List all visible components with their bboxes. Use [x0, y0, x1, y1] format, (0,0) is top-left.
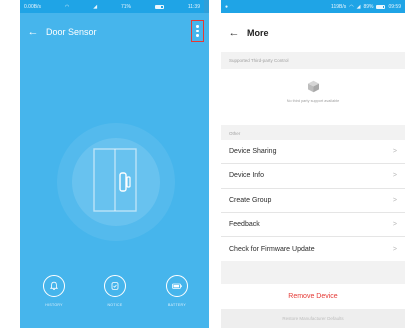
- wifi-icon: ◠: [349, 3, 354, 10]
- app-header: ← More: [221, 13, 405, 52]
- network-speed: 0.00B/s: [24, 3, 41, 10]
- third-party-panel: No third party support available: [221, 69, 405, 125]
- create-group-item[interactable]: Create Group >: [221, 189, 405, 213]
- page-title: More: [247, 27, 269, 38]
- device-sharing-item[interactable]: Device Sharing >: [221, 140, 405, 165]
- chevron-right-icon: >: [392, 196, 397, 204]
- clock: 09:59: [388, 3, 401, 10]
- third-party-section-label: Supported Third-party Control: [229, 58, 289, 63]
- door-closed-icon: [93, 148, 137, 212]
- notice-button[interactable]: NOTICE: [90, 275, 140, 307]
- restore-defaults-button[interactable]: Restore Manufacturer Defaults: [221, 309, 405, 328]
- page-title: Door Sensor: [46, 27, 97, 37]
- list-item-label: Feedback: [229, 221, 260, 229]
- battery-percent: 89%: [363, 3, 374, 10]
- app-header: ← Door Sensor: [20, 13, 209, 51]
- other-section-label: Other: [229, 131, 241, 136]
- feedback-item[interactable]: Feedback >: [221, 213, 405, 238]
- signal-icon: ◢: [93, 3, 98, 10]
- chevron-right-icon: >: [392, 148, 397, 156]
- notification-icon: ●: [225, 3, 229, 10]
- settings-list: Device Sharing > Device Info > Create Gr…: [221, 140, 405, 262]
- list-item-label: Create Group: [229, 196, 272, 204]
- firmware-update-item[interactable]: Check for Firmware Update >: [221, 237, 405, 261]
- network-speed: 119B/s: [331, 3, 347, 10]
- notice-label: NOTICE: [107, 303, 123, 307]
- status-bar: ● 119B/s ◠ ◢ 89% 09:59: [221, 0, 405, 13]
- chevron-right-icon: >: [392, 245, 397, 253]
- third-party-note: No third party support available: [286, 99, 340, 103]
- more-settings-screen: ● 119B/s ◠ ◢ 89% 09:59 ← More Supported …: [221, 0, 405, 328]
- cube-icon: [308, 80, 319, 93]
- battery-icon: [154, 4, 164, 9]
- bottom-actions: HISTORY NOTICE BATTERY: [20, 275, 209, 320]
- battery-icon: [376, 4, 386, 9]
- door-sensor-screen: ⚙ 0.00B/s ◠ ◢ 71% 11:39 ← Door Sensor: [20, 0, 209, 328]
- history-button[interactable]: HISTORY: [29, 275, 79, 307]
- wifi-icon: ◠: [64, 3, 70, 10]
- device-info-item[interactable]: Device Info >: [221, 164, 405, 189]
- battery-percent: 71%: [120, 3, 131, 10]
- remove-device-button[interactable]: Remove Device: [221, 284, 405, 309]
- chevron-right-icon: >: [392, 221, 397, 229]
- list-item-label: Device Info: [229, 172, 265, 180]
- menu-dot-icon: [196, 29, 199, 33]
- bell-icon: [49, 281, 59, 291]
- clock: 11:39: [187, 3, 200, 10]
- list-item-label: Check for Firmware Update: [229, 245, 315, 253]
- battery-level-icon: [172, 283, 182, 289]
- battery-label: BATTERY: [168, 303, 186, 307]
- list-item-label: Device Sharing: [229, 148, 277, 156]
- menu-dot-icon: [196, 25, 199, 28]
- chevron-right-icon: >: [392, 172, 397, 180]
- screenshot-stage: ⚙ 0.00B/s ◠ ◢ 71% 11:39 ← Door Sensor: [0, 0, 405, 328]
- signal-icon: ◢: [356, 3, 361, 10]
- back-arrow-icon[interactable]: ←: [20, 13, 46, 51]
- more-menu-button[interactable]: [191, 20, 204, 42]
- history-label: HISTORY: [45, 303, 63, 307]
- back-arrow-icon[interactable]: ←: [221, 13, 247, 52]
- status-bar: ⚙ 0.00B/s ◠ ◢ 71% 11:39: [20, 0, 209, 13]
- menu-dot-icon: [196, 34, 199, 37]
- notice-check-icon: [111, 282, 119, 290]
- battery-button[interactable]: BATTERY: [152, 275, 202, 307]
